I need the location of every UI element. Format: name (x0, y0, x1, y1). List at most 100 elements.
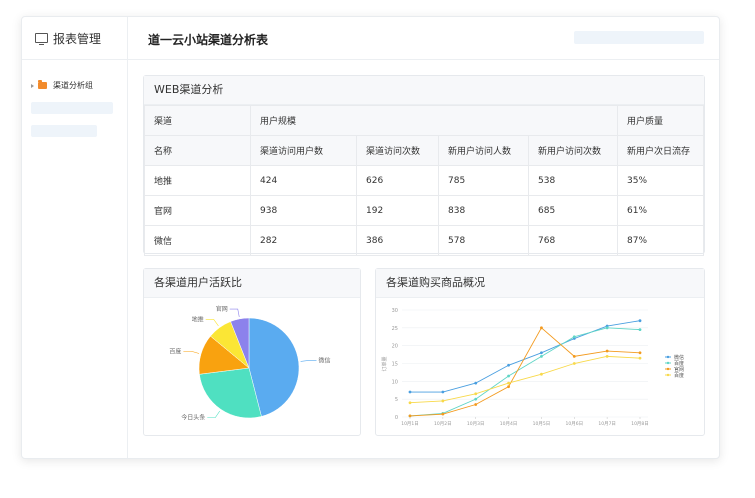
table-cell: 768 (528, 225, 618, 256)
web-channel-table: 渠道 用户规模 用户质量 名称 渠道访问用户数 渠道访问次数 新用户访问人数 新… (144, 105, 704, 256)
table-column-header-row: 名称 渠道访问用户数 渠道访问次数 新用户访问人数 新用户访问次数 新用户次日流… (144, 135, 704, 166)
page-title: 道一云小站渠道分析表 (148, 33, 269, 47)
y-tick-label: 30 (392, 308, 398, 314)
pie-label-line (300, 360, 317, 362)
series-line[interactable] (409, 327, 641, 417)
app-window: 报表管理 渠道分析组 道一云小站渠道分析表 WEB渠道分析 渠道 用户规模 用户… (21, 16, 720, 459)
pie-label-line (207, 410, 221, 418)
x-tick-label: 10月1日 (401, 421, 419, 427)
data-point[interactable] (441, 412, 445, 416)
line-chart-title: 各渠道购买商品概况 (376, 269, 704, 298)
table-cell: 官网 (144, 195, 251, 226)
table-cell: 61% (617, 195, 704, 226)
y-tick-label: 0 (395, 415, 398, 421)
data-point[interactable] (540, 326, 543, 330)
table-cell: 微信 (144, 225, 251, 256)
data-point[interactable] (507, 381, 510, 385)
table-row: 地推 424 626 785 538 35% (144, 165, 704, 196)
x-tick-label: 10月3日 (467, 421, 485, 427)
data-point[interactable] (572, 335, 576, 339)
column-header: 新用户次日流存 (617, 135, 704, 166)
data-point[interactable] (638, 319, 642, 323)
data-point[interactable] (474, 403, 478, 406)
x-tick-label: 10月4日 (500, 421, 518, 427)
pie-slice-label: 百度 (169, 347, 181, 355)
table-cell: 35% (617, 165, 704, 196)
pie-slice-label: 今日头条 (181, 414, 205, 422)
column-header: 新用户访问次数 (528, 135, 618, 166)
data-point[interactable] (474, 392, 478, 396)
data-point[interactable] (540, 354, 543, 358)
data-point[interactable] (507, 374, 510, 378)
data-point[interactable] (572, 354, 576, 358)
monitor-icon (35, 33, 48, 45)
folder-icon (38, 80, 47, 89)
data-point[interactable] (441, 399, 445, 403)
table-cell: 地推 (144, 165, 251, 196)
table-cell: 938 (250, 195, 357, 226)
table-cell: 424 (250, 165, 357, 196)
data-point[interactable] (572, 362, 576, 365)
data-point[interactable] (638, 356, 642, 360)
pie-chart-title: 各渠道用户活跃比 (144, 269, 360, 298)
y-axis-label: 订单量 (381, 356, 388, 371)
data-point[interactable] (441, 390, 445, 394)
table-cell: 87% (617, 225, 704, 256)
legend-dot (666, 355, 670, 359)
data-point[interactable] (474, 397, 478, 401)
data-point[interactable] (605, 354, 609, 358)
group-header-user-quality: 用户质量 (617, 105, 704, 136)
legend-label: 百度 (674, 372, 684, 379)
data-point[interactable] (605, 349, 609, 353)
sidebar-header[interactable]: 报表管理 (22, 17, 127, 60)
data-point[interactable] (605, 326, 609, 330)
series-line[interactable] (409, 327, 641, 417)
sidebar-title: 报表管理 (53, 31, 102, 46)
table-row: 官网 938 192 838 685 61% (144, 195, 704, 226)
pie-slice-label: 微信 (319, 356, 331, 364)
pie-label-line (229, 308, 240, 317)
table-cell: 386 (356, 225, 439, 256)
line-chart: 0 5 10 15 20 25 30 订单量 10月1日 10月2日 10月3日 10月4日 10月5日… (381, 308, 684, 427)
data-point[interactable] (540, 351, 543, 355)
pie-label-line (205, 319, 219, 327)
legend-dot (666, 367, 670, 371)
y-tick-label: 20 (392, 344, 398, 350)
sidebar-placeholder-1 (31, 102, 113, 114)
sidebar-item-label: 渠道分析组 (53, 81, 93, 90)
column-header: 渠道访问次数 (356, 135, 439, 166)
y-tick-label: 5 (395, 397, 398, 403)
data-point[interactable] (507, 363, 510, 367)
web-table-title: WEB渠道分析 (144, 76, 704, 105)
data-point[interactable] (408, 414, 412, 418)
data-point[interactable] (540, 372, 543, 376)
data-point[interactable] (638, 351, 642, 355)
sidebar-placeholder-2 (31, 125, 97, 137)
table-cell: 685 (528, 195, 618, 226)
table-cell: 538 (528, 165, 618, 196)
table-cell: 282 (250, 225, 357, 256)
sidebar-item-channel-group[interactable]: 渠道分析组 (31, 80, 93, 91)
table-cell: 626 (356, 165, 439, 196)
data-point[interactable] (638, 328, 642, 332)
table-cell: 192 (356, 195, 439, 226)
pie-label-line (183, 350, 200, 354)
line-chart-card: 各渠道购买商品概况 0 5 10 15 20 25 30 订单量 10月1日 10月2日 10月3日… (375, 268, 705, 436)
data-point[interactable] (474, 381, 478, 385)
x-tick-label: 10月8日 (631, 421, 649, 427)
pie-slice-label: 官网 (216, 305, 228, 313)
legend-dot (666, 373, 670, 377)
table-row: 微信 282 386 578 768 87% (144, 225, 704, 256)
data-point[interactable] (507, 385, 510, 389)
x-tick-label: 10月7日 (598, 421, 616, 427)
caret-right-icon[interactable] (31, 83, 34, 88)
data-point[interactable] (408, 401, 412, 405)
header-placeholder (574, 31, 704, 44)
table-cell: 578 (438, 225, 529, 256)
group-header-user-scale: 用户规模 (250, 105, 618, 136)
data-point[interactable] (408, 390, 412, 394)
table-cell: 785 (438, 165, 529, 196)
legend-label: 微信 (674, 354, 684, 361)
y-tick-label: 25 (392, 326, 398, 332)
pie-chart-card: 各渠道用户活跃比 微信 今日头条 百度 地推 官网 (143, 268, 361, 436)
